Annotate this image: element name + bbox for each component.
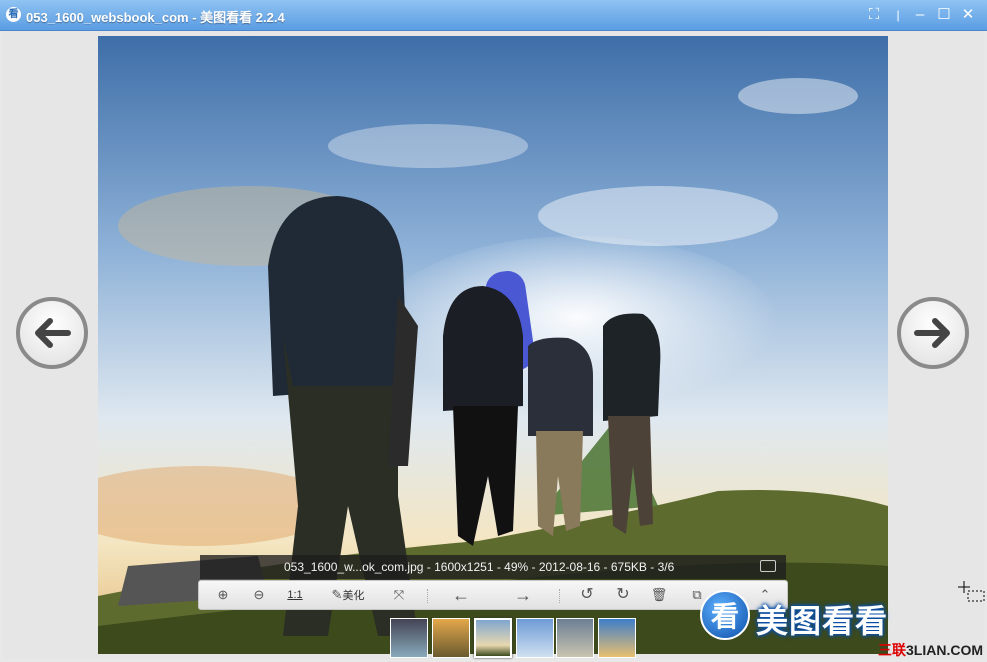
thumbnail[interactable] (556, 618, 594, 658)
next-image-button[interactable] (897, 297, 969, 369)
brand-logo: 看 美图看看 (700, 590, 930, 642)
crosshair-cursor-icon (958, 581, 985, 602)
close-button[interactable]: ✕ (958, 5, 978, 25)
image-info-bar: 053_1600_w...ok_com.jpg - 1600x1251 - 49… (200, 555, 786, 579)
beautify-button[interactable]: ✎美化 (325, 585, 371, 605)
previous-button[interactable]: ← (451, 585, 471, 605)
watermark-part1: 三联 (878, 642, 906, 658)
brand-icon: 看 (700, 590, 750, 640)
divider-icon: | (896, 8, 900, 22)
watermark: 三联3LIAN.COM (878, 640, 983, 660)
arrow-left-icon (35, 318, 71, 348)
title-bar: 看 053_1600_websbook_com - 美图看看 2.2.4 ⛶ |… (0, 0, 987, 31)
toolbar-separator (559, 589, 561, 603)
actual-size-button[interactable]: 1:1 (285, 585, 305, 605)
thumbnail[interactable] (432, 618, 470, 658)
image-info-text: 053_1600_w...ok_com.jpg - 1600x1251 - 49… (284, 560, 675, 574)
app-icon: 看 (6, 7, 21, 22)
arrow-right-icon (914, 318, 950, 348)
delete-button[interactable]: 🗑 (649, 585, 669, 605)
thumbnail-current[interactable] (474, 618, 512, 658)
brand-name: 美图看看 (756, 603, 889, 639)
thumbnail[interactable] (516, 618, 554, 658)
fullscreen-button[interactable]: ⛶ (864, 5, 884, 25)
zoom-in-button[interactable]: ⊕ (213, 585, 233, 605)
zoom-out-button[interactable]: ⊖ (249, 585, 269, 605)
toolbar-separator (427, 589, 429, 603)
thumbnail[interactable] (598, 618, 636, 658)
maximize-button[interactable]: ☐ (934, 5, 954, 25)
rotate-right-button[interactable]: ↻ (613, 585, 633, 605)
camera-icon[interactable] (760, 560, 776, 572)
previous-image-button[interactable] (16, 297, 88, 369)
minimize-button[interactable]: – (910, 5, 930, 25)
beautify-label: 美化 (342, 590, 365, 602)
fit-window-button[interactable]: ⤧ (389, 585, 409, 605)
pencil-icon: ✎ (331, 587, 343, 602)
watermark-part2: 3LIAN.COM (906, 642, 983, 658)
window-title: 053_1600_websbook_com - 美图看看 2.2.4 (26, 10, 285, 25)
rotate-left-button[interactable]: ↺ (577, 585, 597, 605)
next-button[interactable]: → (513, 585, 533, 605)
thumbnail[interactable] (390, 618, 428, 658)
